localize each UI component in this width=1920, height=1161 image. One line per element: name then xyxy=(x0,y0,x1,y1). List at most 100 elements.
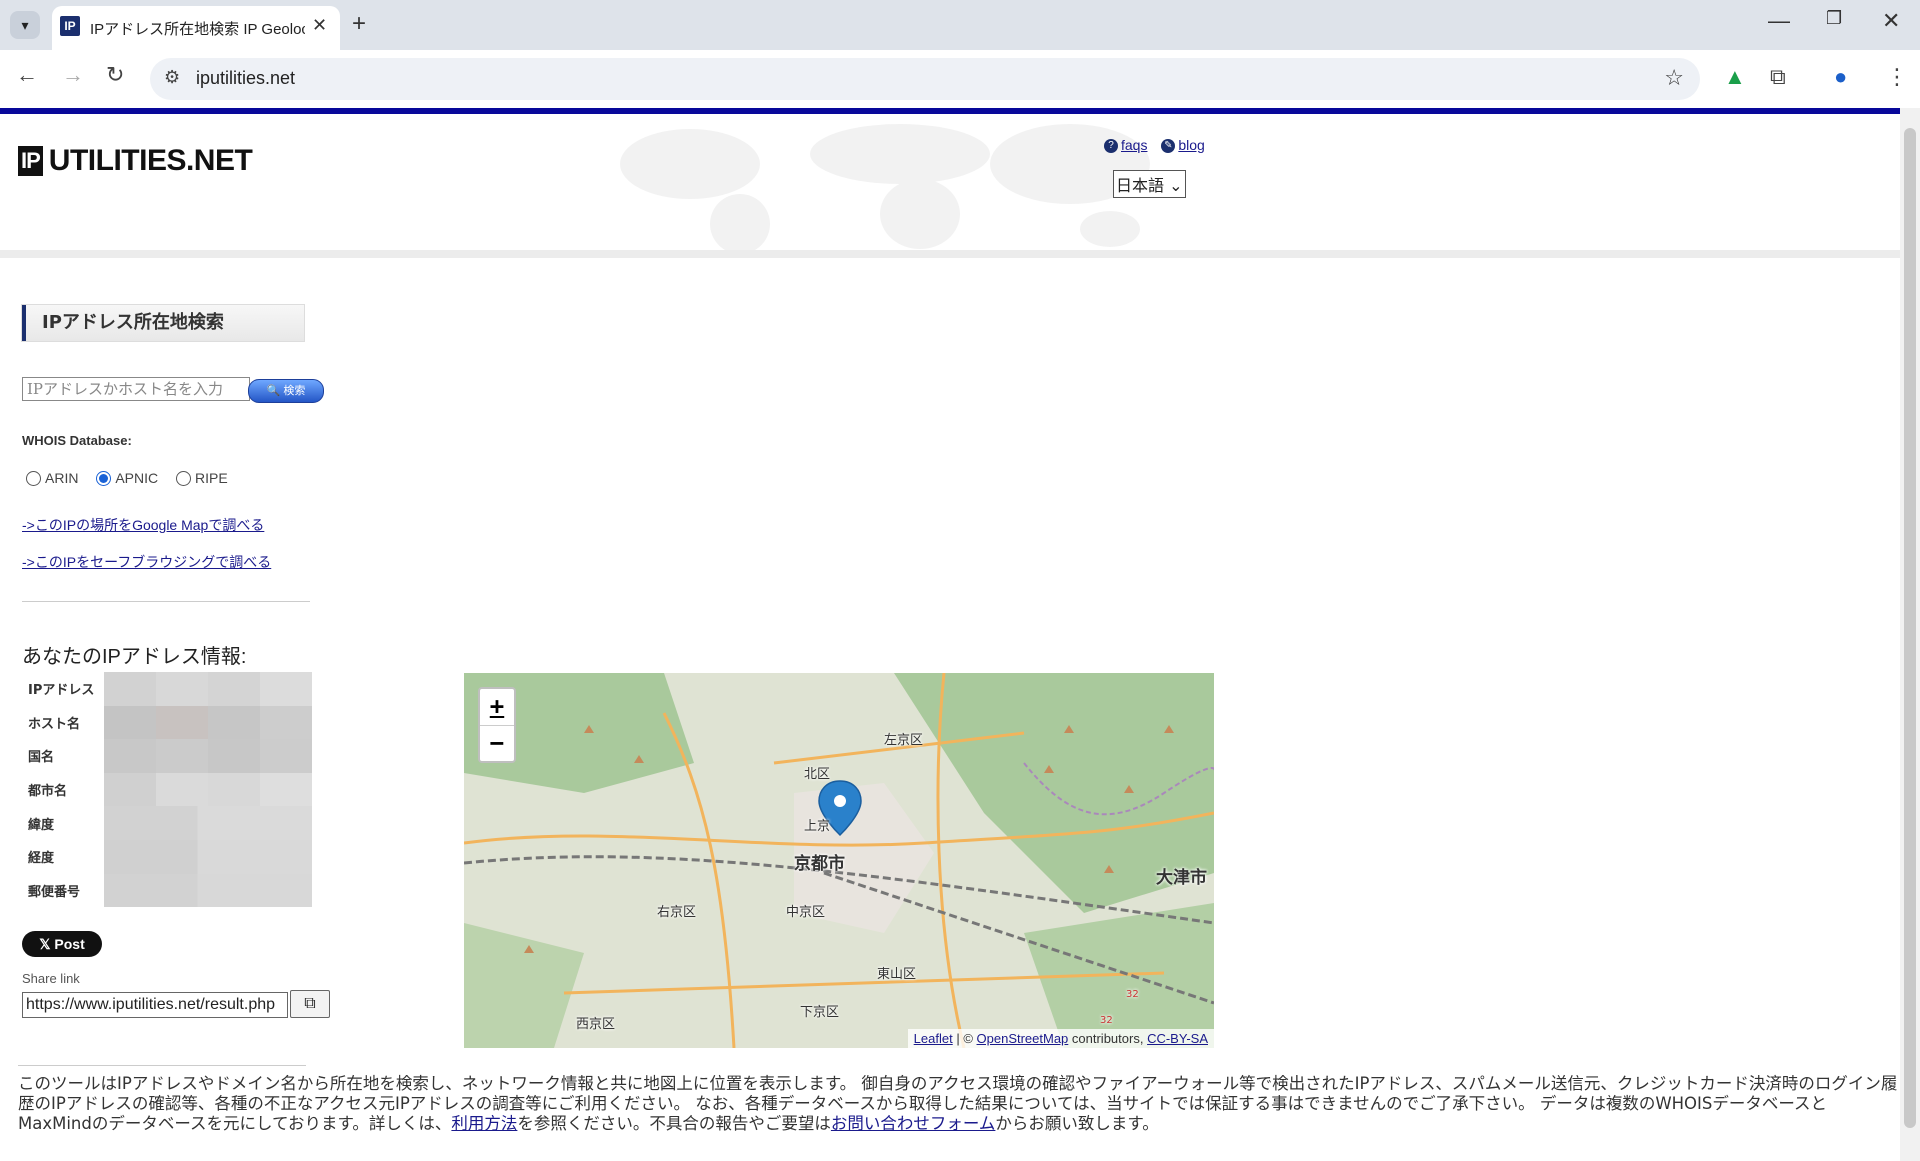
map-label: 東山区 xyxy=(877,967,917,982)
attribution-sep: | © xyxy=(952,1031,977,1046)
info-label: ホスト名 xyxy=(28,716,81,732)
radio-button[interactable] xyxy=(96,470,112,486)
search-button[interactable]: 🔍 検索 xyxy=(248,379,324,403)
info-row-lng: 経度 xyxy=(22,839,312,874)
footer-text-3: からお願い致します。 xyxy=(995,1114,1159,1133)
attribution-contrib: contributors, xyxy=(1068,1031,1148,1046)
logo-ip-mark: IP xyxy=(18,146,43,176)
forward-button[interactable]: → xyxy=(62,62,84,88)
leaflet-link[interactable]: Leaflet xyxy=(914,1031,953,1046)
search-button-label: 検索 xyxy=(283,385,306,397)
map-label: 右京区 xyxy=(657,905,697,920)
bookmark-star-icon[interactable]: ☆ xyxy=(1664,65,1684,91)
info-label: 国名 xyxy=(28,750,55,766)
map-label: 32 xyxy=(1100,1015,1113,1026)
browser-tab[interactable]: IP IPアドレス所在地検索 IP Geolocation ✕ xyxy=(52,6,340,50)
minimize-button[interactable]: — xyxy=(1768,8,1790,34)
redacted-value xyxy=(104,839,312,874)
radio-arin[interactable]: ARIN xyxy=(26,470,78,486)
usage-link[interactable]: 利用方法 xyxy=(451,1114,517,1133)
redacted-value xyxy=(104,806,312,840)
tab-favicon: IP xyxy=(60,16,80,36)
menu-icon[interactable]: ⋮ xyxy=(1886,64,1908,90)
url-text[interactable]: iputilities.net xyxy=(196,68,295,89)
search-input[interactable]: IPアドレスかホスト名を入力 xyxy=(22,377,250,401)
osm-link[interactable]: OpenStreetMap xyxy=(977,1031,1069,1046)
reload-button[interactable]: ↻ xyxy=(106,62,124,88)
footer-divider xyxy=(18,1065,306,1066)
extensions-icon[interactable]: ⧉ xyxy=(1770,64,1786,90)
tab-title: IPアドレス所在地検索 IP Geolocation xyxy=(90,21,305,38)
share-link-input[interactable]: https://www.iputilities.net/result.php xyxy=(22,992,288,1018)
x-post-button[interactable]: 𝕏 Post xyxy=(22,931,102,957)
info-row-country: 国名 xyxy=(22,739,312,773)
redacted-value xyxy=(104,772,312,807)
page-scrollbar[interactable] xyxy=(1900,108,1920,1161)
header-links: ? faqs ✎ blog xyxy=(1104,137,1215,154)
map-label: 下京区 xyxy=(800,1005,840,1020)
tab-close-icon[interactable]: ✕ xyxy=(312,15,327,36)
site-header: IP UTILITIES.NET ? faqs ✎ blog 日本語 ⌄ xyxy=(0,114,1900,258)
divider xyxy=(22,601,310,602)
contact-link[interactable]: お問い合わせフォーム xyxy=(831,1114,996,1133)
drive-icon[interactable]: ▲ xyxy=(1724,64,1746,90)
copy-button[interactable]: ⧉ xyxy=(290,990,330,1018)
tab-search-button[interactable]: ▾ xyxy=(10,11,40,39)
safe-browsing-link[interactable]: ->このIPをセーフブラウジングで調べる xyxy=(22,552,271,572)
redacted-value xyxy=(104,672,312,706)
section-title: IPアドレス所在地検索 xyxy=(22,305,304,341)
blog-icon: ✎ xyxy=(1161,139,1176,154)
zoom-in-button[interactable]: + xyxy=(480,689,514,726)
license-link[interactable]: CC-BY-SA xyxy=(1147,1031,1208,1046)
x-logo-icon: 𝕏 xyxy=(39,936,51,952)
search-icon: 🔍 xyxy=(266,385,281,397)
copy-icon: ⧉ xyxy=(304,995,316,1012)
site-info-icon[interactable]: ⚙ xyxy=(164,67,180,88)
info-label: 経度 xyxy=(28,851,55,867)
redacted-value xyxy=(104,705,312,740)
blog-link[interactable]: blog xyxy=(1178,137,1204,153)
question-icon: ? xyxy=(1104,139,1118,154)
map-label: 中京区 xyxy=(786,905,826,920)
ip-info-title: あなたのIPアドレス情報: xyxy=(22,646,247,668)
info-label: IPアドレス xyxy=(28,683,95,699)
restore-button[interactable]: ❐ xyxy=(1826,8,1842,29)
redacted-value xyxy=(104,873,312,908)
footer-text-2: を参照ください。不具合の報告やご要望は xyxy=(517,1114,831,1133)
map-label: 左京区 xyxy=(884,733,924,748)
radio-label: ARIN xyxy=(45,470,79,486)
radio-label: APNIC xyxy=(115,470,159,486)
map-label: 32 xyxy=(1126,989,1139,1000)
redacted-value xyxy=(104,739,312,773)
language-select[interactable]: 日本語 ⌄ xyxy=(1113,170,1186,198)
new-tab-button[interactable]: + xyxy=(352,10,366,38)
search-placeholder: IPアドレスかホスト名を入力 xyxy=(27,380,224,398)
google-map-link[interactable]: ->このIPの場所をGoogle Mapで調べる xyxy=(22,515,264,535)
radio-ripe[interactable]: RIPE xyxy=(176,470,228,486)
footer-description: このツールはIPアドレスやドメイン名から所在地を検索し、ネットワーク情報と共に地… xyxy=(18,1074,1898,1134)
map-label: 西京区 xyxy=(576,1017,616,1032)
radio-button[interactable] xyxy=(26,470,41,486)
map-label: 上京 xyxy=(804,819,831,834)
logo-text: UTILITIES.NET xyxy=(48,144,253,177)
scrollbar-thumb[interactable] xyxy=(1904,128,1916,1128)
site-logo[interactable]: IP UTILITIES.NET xyxy=(18,144,253,178)
info-row-postal: 郵便番号 xyxy=(22,873,312,908)
faqs-link[interactable]: faqs xyxy=(1121,137,1147,153)
map-label: 京都市 xyxy=(794,854,845,874)
profile-icon[interactable]: ● xyxy=(1834,64,1847,90)
location-map[interactable]: 左京区 北区 上京 京都市 右京区 中京区 大津市 東山区 下京区 西京区 32… xyxy=(464,673,1214,1048)
info-label: 都市名 xyxy=(28,784,68,800)
radio-button[interactable] xyxy=(176,470,192,486)
zoom-out-button[interactable]: − xyxy=(480,726,514,762)
map-attribution: Leaflet | © OpenStreetMap contributors, … xyxy=(907,1029,1214,1048)
info-row-ip: IPアドレス xyxy=(22,672,312,706)
ip-info-table: IPアドレス ホスト名 国名 都市名 緯度 経度 郵便番号 xyxy=(22,672,312,908)
info-row-lat: 緯度 xyxy=(22,806,312,840)
address-bar[interactable]: ⚙ iputilities.net ☆ xyxy=(150,58,1700,100)
language-value: 日本語 xyxy=(1116,176,1165,195)
info-label: 郵便番号 xyxy=(28,884,81,900)
radio-apnic[interactable]: APNIC xyxy=(96,470,158,486)
back-button[interactable]: ← xyxy=(16,62,38,88)
window-close-button[interactable]: ✕ xyxy=(1882,8,1900,34)
